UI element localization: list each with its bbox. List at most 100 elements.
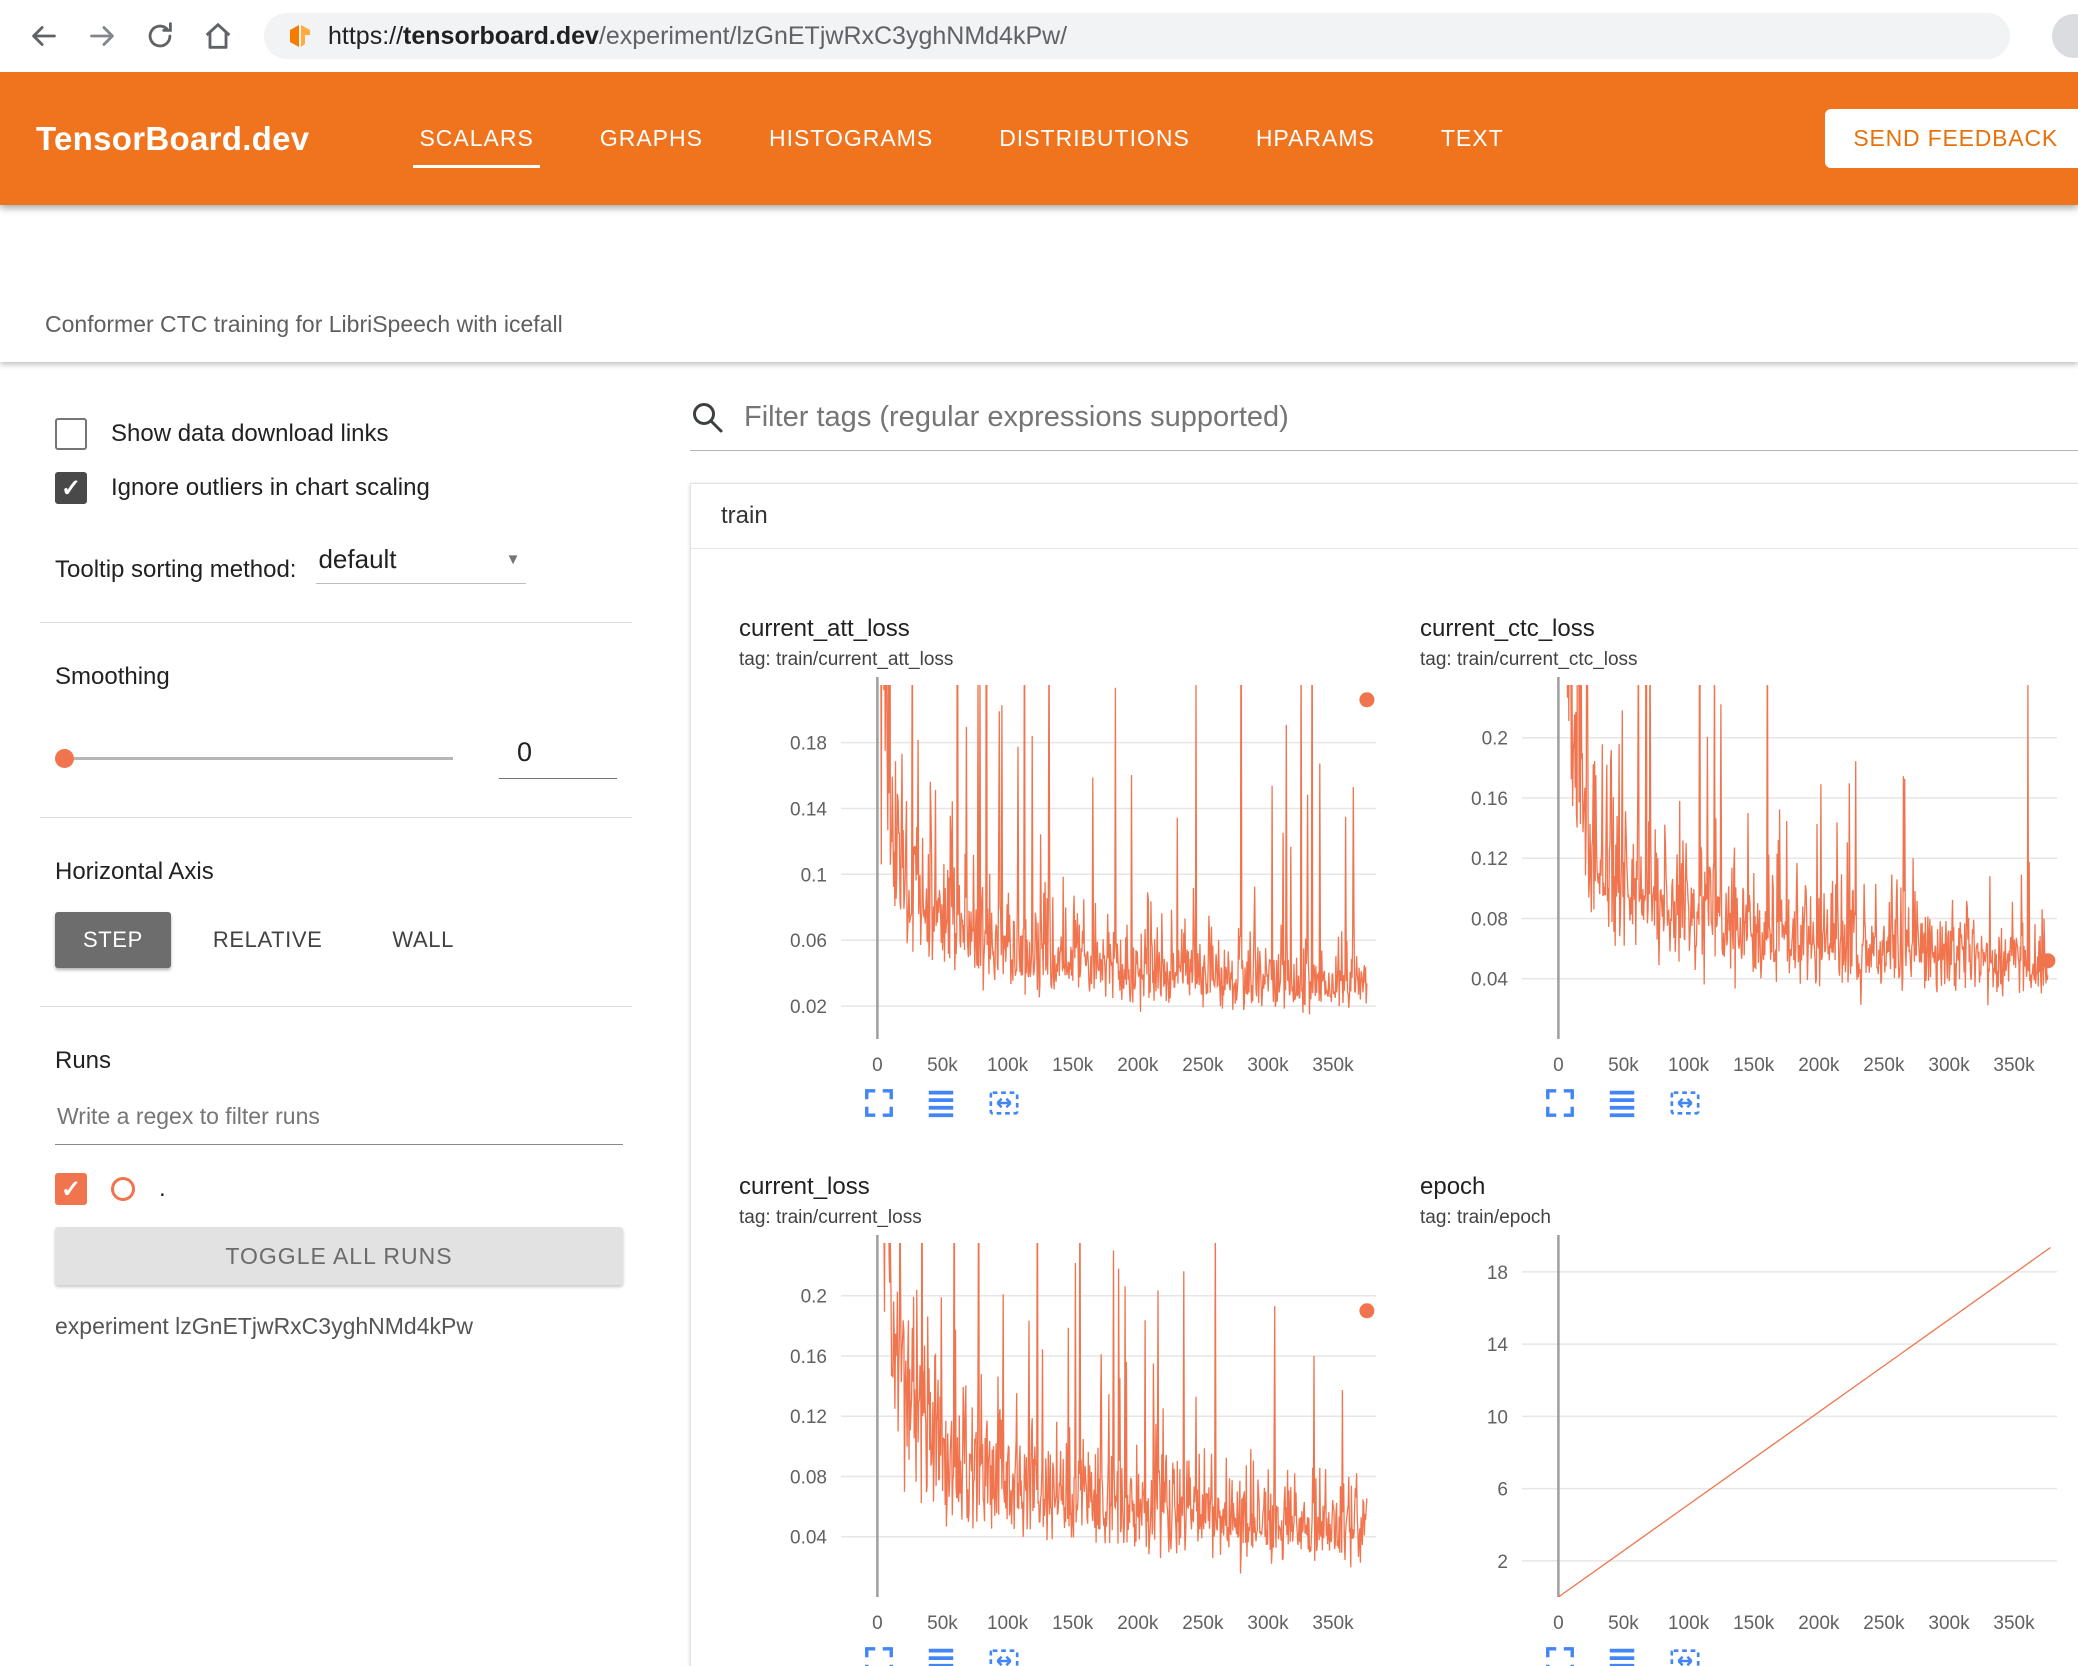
smoothing-slider[interactable]: [55, 748, 453, 768]
fit-domain-button[interactable]: [987, 1087, 1021, 1119]
chart-card-epoch: epoch tag: train/epoch 2 6 10 14 18 0 50k 100k 150…: [1394, 1143, 2069, 1666]
chart-title: epoch: [1420, 1173, 1486, 1200]
axis-button-relative[interactable]: RELATIVE: [185, 912, 351, 968]
fullscreen-icon: [865, 1647, 893, 1666]
svg-text:350k: 350k: [1993, 1613, 2035, 1634]
fit-domain-button[interactable]: [1668, 1645, 1702, 1666]
svg-text:0: 0: [1553, 1055, 1564, 1076]
tab-histograms[interactable]: HISTOGRAMS: [765, 95, 937, 182]
svg-text:0.14: 0.14: [790, 800, 827, 821]
line-chart[interactable]: 0.04 0.08 0.12 0.16 0.2 0 50k 100k 150k 200k 250k 3…: [1394, 671, 2069, 1083]
address-bar[interactable]: https://tensorboard.dev/experiment/lzGnE…: [264, 13, 2010, 59]
fit-domain-icon: [989, 1091, 1019, 1115]
svg-text:100k: 100k: [1668, 1055, 1710, 1076]
svg-text:14: 14: [1487, 1335, 1509, 1356]
run-checkbox[interactable]: ✓: [55, 1173, 87, 1205]
url-text: https://tensorboard.dev/experiment/lzGnE…: [328, 22, 1067, 51]
train-card: train current_att_loss tag: train/current…: [690, 483, 2078, 1666]
ignore-outliers-checkbox[interactable]: ✓: [55, 472, 87, 504]
smoothing-value-input[interactable]: 0: [499, 737, 617, 779]
fullscreen-button[interactable]: [863, 1087, 895, 1119]
svg-text:350k: 350k: [1312, 1613, 1354, 1634]
charts-grid: current_att_loss tag: train/current_att_l…: [691, 549, 2078, 1666]
svg-text:300k: 300k: [1928, 1055, 1970, 1076]
axis-button-step[interactable]: STEP: [55, 912, 171, 968]
fit-domain-icon: [1670, 1091, 1700, 1115]
svg-text:150k: 150k: [1052, 1613, 1094, 1634]
dashboard-main: train current_att_loss tag: train/current…: [660, 362, 2078, 1666]
tab-text[interactable]: TEXT: [1437, 95, 1508, 182]
log-scale-button[interactable]: [925, 1645, 957, 1666]
chart-card-current_loss: current_loss tag: train/current_loss 0.04 0…: [713, 1143, 1388, 1666]
chart-title: current_att_loss: [739, 615, 910, 642]
slider-thumb[interactable]: [55, 748, 74, 768]
chart-title: current_ctc_loss: [1420, 615, 1595, 642]
divider: [40, 622, 632, 623]
runs-filter-input[interactable]: [55, 1103, 623, 1145]
svg-text:50k: 50k: [1608, 1613, 1639, 1634]
fullscreen-button[interactable]: [1544, 1087, 1576, 1119]
ignore-outliers-row[interactable]: ✓ Ignore outliers in chart scaling: [55, 472, 660, 504]
log-scale-icon: [1609, 1090, 1635, 1118]
svg-text:100k: 100k: [987, 1055, 1029, 1076]
axis-button-wall[interactable]: WALL: [364, 912, 482, 968]
svg-text:100k: 100k: [987, 1613, 1029, 1634]
send-feedback-button[interactable]: SEND FEEDBACK: [1825, 109, 2078, 168]
svg-text:0: 0: [872, 1055, 883, 1076]
forward-button[interactable]: [80, 14, 124, 58]
log-scale-icon: [928, 1090, 954, 1118]
browser-avatar[interactable]: [2052, 14, 2078, 58]
tab-distributions[interactable]: DISTRIBUTIONS: [995, 95, 1194, 182]
svg-text:0: 0: [1553, 1613, 1564, 1634]
svg-text:250k: 250k: [1182, 1613, 1224, 1634]
fit-domain-button[interactable]: [987, 1645, 1021, 1666]
show-download-row[interactable]: ✓ Show data download links: [55, 418, 660, 450]
experiment-title: Conformer CTC training for LibriSpeech w…: [45, 311, 563, 337]
fullscreen-button[interactable]: [1544, 1645, 1576, 1666]
svg-text:0.2: 0.2: [1482, 729, 1508, 750]
tooltip-sorting-select[interactable]: default ▼: [316, 544, 527, 584]
reload-button[interactable]: [138, 14, 182, 58]
run-color-swatch: [111, 1177, 135, 1201]
home-button[interactable]: [196, 14, 240, 58]
svg-text:50k: 50k: [927, 1055, 958, 1076]
tab-scalars[interactable]: SCALARS: [413, 95, 541, 182]
url-scheme: https://: [328, 21, 404, 50]
run-row[interactable]: ✓ .: [55, 1173, 660, 1205]
line-chart[interactable]: 0.02 0.06 0.1 0.14 0.18 0 50k 100k 150k 200k 250k 3…: [713, 671, 1388, 1083]
log-scale-button[interactable]: [1606, 1087, 1638, 1119]
fullscreen-button[interactable]: [863, 1645, 895, 1666]
log-scale-button[interactable]: [1606, 1645, 1638, 1666]
card-title[interactable]: train: [691, 484, 2078, 549]
app-header: TensorBoard.dev SCALARS GRAPHS HISTOGRAMS D…: [0, 72, 2078, 205]
svg-text:0.18: 0.18: [790, 734, 827, 755]
fit-domain-icon: [989, 1649, 1019, 1666]
svg-text:0.02: 0.02: [790, 997, 827, 1018]
toggle-all-runs-button[interactable]: TOGGLE ALL RUNS: [55, 1227, 623, 1285]
show-download-label: Show data download links: [111, 420, 389, 447]
log-scale-button[interactable]: [925, 1087, 957, 1119]
chart-tag: tag: train/current_loss: [739, 1207, 922, 1228]
tag-filter-input[interactable]: [744, 400, 2078, 434]
svg-text:250k: 250k: [1863, 1055, 1905, 1076]
back-button[interactable]: [22, 14, 66, 58]
svg-text:100k: 100k: [1668, 1613, 1710, 1634]
svg-text:0.12: 0.12: [1471, 849, 1508, 870]
horizontal-axis-buttons: STEP RELATIVE WALL: [55, 912, 660, 968]
show-download-checkbox[interactable]: ✓: [55, 418, 87, 450]
svg-text:200k: 200k: [1117, 1613, 1159, 1634]
chart-card-current_ctc_loss: current_ctc_loss tag: train/current_ctc_l…: [1394, 585, 2069, 1119]
back-icon: [32, 26, 56, 46]
svg-text:250k: 250k: [1182, 1055, 1224, 1076]
chart-toolbar: [1544, 1645, 2069, 1666]
fit-domain-button[interactable]: [1668, 1087, 1702, 1119]
svg-text:200k: 200k: [1798, 1055, 1840, 1076]
svg-text:0.16: 0.16: [1471, 789, 1508, 810]
line-chart[interactable]: 2 6 10 14 18 0 50k 100k 150k 200k 250k 300k 350k: [1394, 1229, 2069, 1641]
url-host: tensorboard.dev: [403, 21, 599, 50]
log-scale-icon: [1609, 1648, 1635, 1666]
smoothing-row: 0: [55, 737, 660, 779]
tab-graphs[interactable]: GRAPHS: [596, 95, 707, 182]
tab-hparams[interactable]: HPARAMS: [1252, 95, 1379, 182]
line-chart[interactable]: 0.04 0.08 0.12 0.16 0.2 0 50k 100k 150k 200k 250k 3…: [713, 1229, 1388, 1641]
